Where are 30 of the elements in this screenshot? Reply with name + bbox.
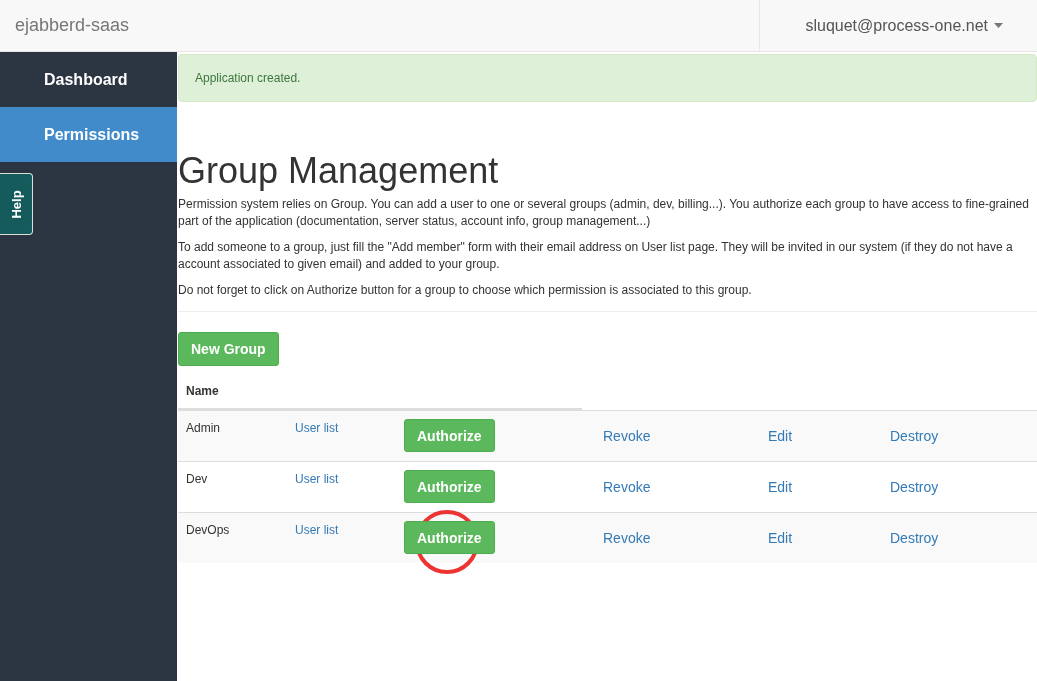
new-group-button[interactable]: New Group [178, 332, 279, 366]
brand-link[interactable]: ejabberd-saas [0, 15, 130, 36]
table-cell-text: Admin [185, 420, 221, 435]
success-alert: Application created. [178, 54, 1037, 102]
revoke-link[interactable]: Revoke [603, 411, 768, 444]
authorize-button[interactable]: Authorize [404, 470, 495, 503]
paragraph: To add someone to a group, just fill the "Add member" form with their email address on User list page. They will be invited in our system (if they do not have a account associated to given email) and added to your group. [178, 239, 1014, 273]
paragraph: Do not forget to click on Authorize button for a group to choose which permission is associated to this group. [178, 282, 753, 299]
table-cell-text: Dev [185, 471, 209, 486]
user-list-link[interactable]: User list [295, 462, 404, 486]
destroy-link[interactable]: Destroy [890, 513, 939, 546]
authorize-button[interactable]: Authorize [404, 521, 495, 554]
sidebar-item[interactable]: Permissions [0, 107, 177, 162]
user-list-link[interactable]: User list [295, 411, 404, 435]
revoke-link[interactable]: Revoke [603, 462, 768, 495]
destroy-link[interactable]: Destroy [890, 462, 939, 495]
edit-link[interactable]: Edit [768, 513, 890, 546]
edit-link[interactable]: Edit [768, 462, 890, 495]
help-tab[interactable]: Help [0, 173, 33, 235]
edit-link[interactable]: Edit [768, 411, 890, 444]
user-list-link[interactable]: User list [295, 513, 404, 537]
revoke-link[interactable]: Revoke [603, 513, 768, 546]
caret-icon [994, 23, 1003, 28]
destroy-link[interactable]: Destroy [890, 411, 939, 444]
paragraph: Permission system relies on Group. You can add a user to one or several groups (admin, dev, billing...). You authorize each group to have access to fine-grained part of the application (documentation, server status, account info, group management...) [178, 196, 1030, 230]
sidebar-item[interactable]: Dashboard [0, 52, 177, 107]
table-cell-text: DevOps [185, 522, 231, 537]
page-heading: Group Management [178, 150, 500, 192]
authorize-button[interactable]: Authorize [404, 419, 495, 452]
column-header: Name [186, 384, 219, 398]
